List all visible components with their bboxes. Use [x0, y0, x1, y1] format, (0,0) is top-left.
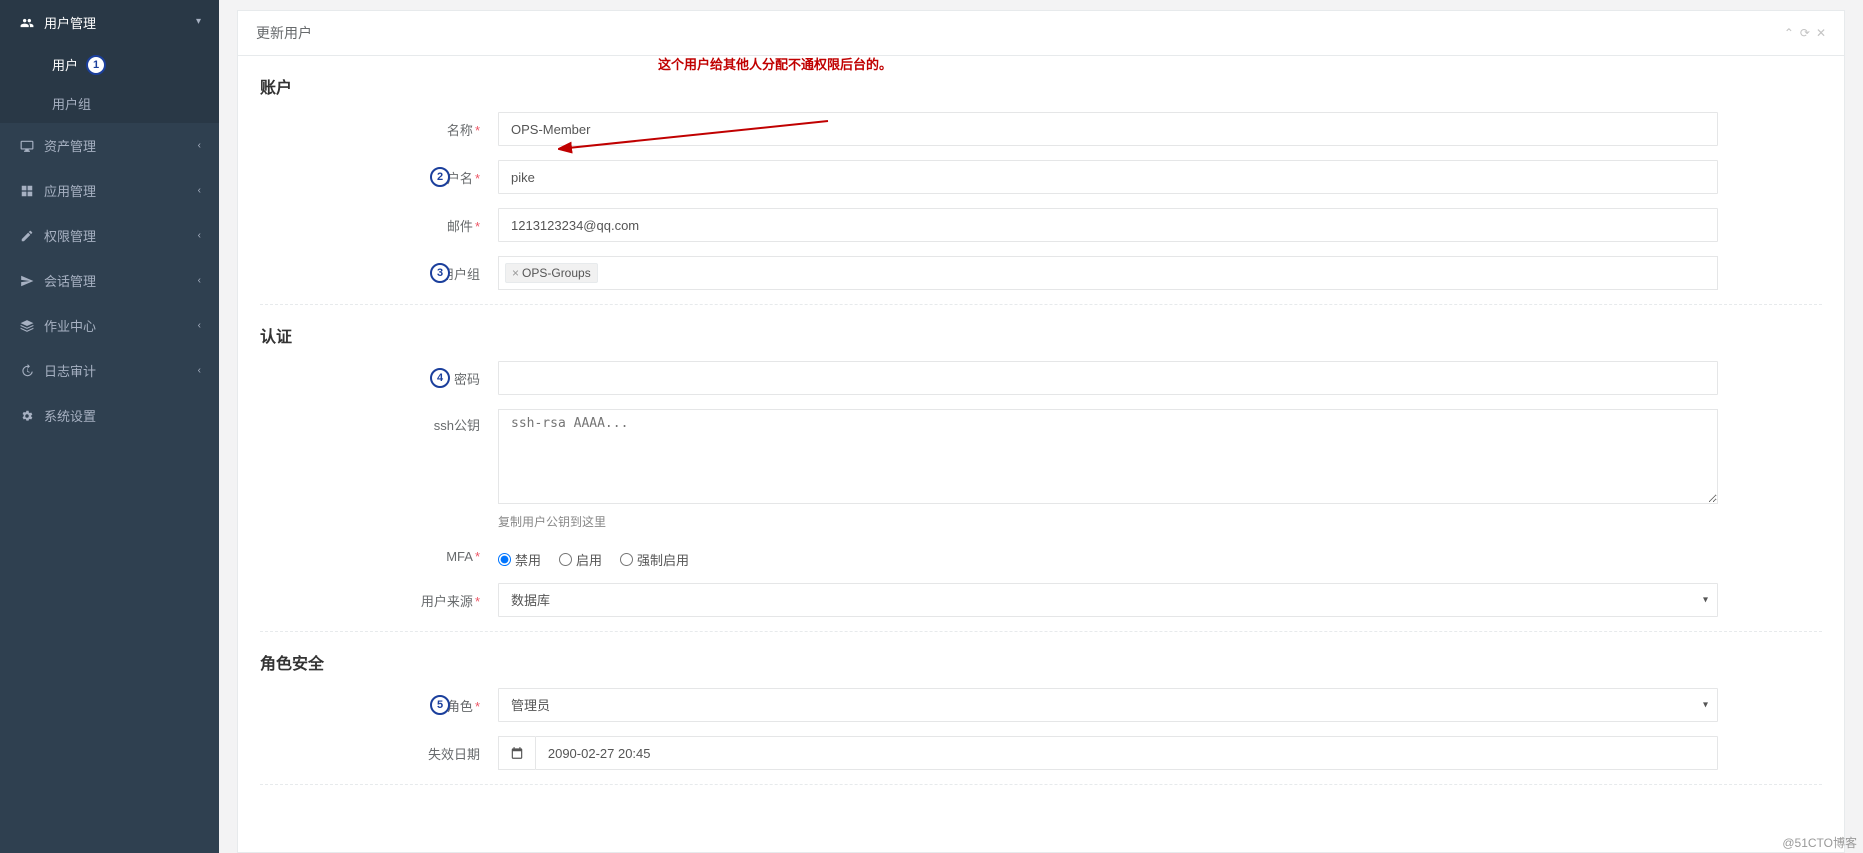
collapse-icon[interactable]: ⌃	[1784, 26, 1794, 40]
sidebar-item-label: 系统设置	[44, 406, 201, 425]
row-expire: 失效日期	[260, 736, 1822, 770]
section-divider	[260, 784, 1822, 785]
sidebar-item-label: 权限管理	[44, 226, 198, 245]
section-divider	[260, 304, 1822, 305]
email-input[interactable]	[498, 208, 1718, 242]
tag-remove-icon[interactable]: ×	[512, 266, 519, 280]
panel-title-text: 更新用户	[256, 23, 312, 43]
expire-input[interactable]	[535, 736, 1718, 770]
desktop-icon	[18, 139, 36, 153]
label-role: 角色*	[260, 696, 498, 715]
label-source: 用户来源*	[260, 591, 498, 610]
sidebar-sub-user-group[interactable]: 用户组	[0, 84, 219, 123]
row-mfa: MFA* 禁用 启用 强制启用	[260, 544, 1822, 569]
sidebar-sub-user-list[interactable]: 用户 1	[0, 45, 219, 84]
mfa-radio-disabled[interactable]: 禁用	[498, 550, 541, 569]
edit-icon	[18, 229, 36, 243]
chevron-left-icon: ‹	[198, 320, 201, 331]
sidebar-item-label: 用户组	[52, 97, 91, 112]
row-sshkey: ssh公钥 复制用户公钥到这里	[260, 409, 1822, 530]
row-name: 名称*	[260, 112, 1822, 146]
sidebar-item-label: 用户管理	[44, 13, 196, 32]
label-username: 用户名*	[260, 168, 498, 187]
sidebar-item-label: 应用管理	[44, 181, 198, 200]
label-sshkey: ssh公钥	[260, 409, 498, 434]
row-username: 2 用户名*	[260, 160, 1822, 194]
calendar-icon[interactable]	[498, 736, 535, 770]
label-name: 名称*	[260, 120, 498, 139]
mfa-radio-enabled[interactable]: 启用	[559, 550, 602, 569]
gears-icon	[18, 409, 36, 423]
sidebar: 用户管理 ▾ 用户 1 用户组 资产管理 ‹	[0, 0, 219, 853]
row-source: 用户来源* 数据库 ▾	[260, 583, 1822, 617]
chevron-left-icon: ‹	[198, 185, 201, 196]
annotation-marker-2: 2	[430, 167, 450, 187]
mfa-radio-forced[interactable]: 强制启用	[620, 550, 689, 569]
annotation-marker-5: 5	[430, 695, 450, 715]
sidebar-item-session-mgmt[interactable]: 会话管理 ‹	[0, 258, 219, 303]
label-group: 用户组	[260, 264, 498, 283]
source-select[interactable]: 数据库	[498, 583, 1718, 617]
sidebar-item-asset-mgmt[interactable]: 资产管理 ‹	[0, 123, 219, 168]
chevron-left-icon: ‹	[198, 275, 201, 286]
label-email: 邮件*	[260, 216, 498, 235]
sshkey-textarea[interactable]	[498, 409, 1718, 504]
label-expire: 失效日期	[260, 744, 498, 763]
sidebar-item-label: 资产管理	[44, 136, 198, 155]
sidebar-item-label: 用户	[52, 58, 78, 73]
section-auth-heading: 认证	[260, 323, 1822, 347]
mfa-radio-forced-input[interactable]	[620, 553, 633, 566]
refresh-icon[interactable]: ⟳	[1800, 26, 1810, 40]
group-tag[interactable]: ×OPS-Groups	[505, 263, 598, 283]
annotation-marker-3: 3	[430, 263, 450, 283]
panel-header: 更新用户 ⌃ ⟳ ✕	[238, 11, 1844, 56]
send-icon	[18, 274, 36, 288]
mfa-radio-enabled-input[interactable]	[559, 553, 572, 566]
annotation-marker-1: 1	[86, 55, 106, 75]
panel-tools: ⌃ ⟳ ✕	[1784, 26, 1826, 40]
label-password: 密码	[260, 369, 498, 388]
label-mfa: MFA*	[260, 549, 498, 564]
chevron-down-icon: ▾	[196, 16, 201, 27]
sidebar-item-label: 日志审计	[44, 361, 198, 380]
chevron-left-icon: ‹	[198, 230, 201, 241]
sshkey-help: 复制用户公钥到这里	[498, 513, 1718, 530]
grid-icon	[18, 184, 36, 198]
role-select[interactable]: 管理员	[498, 688, 1718, 722]
sidebar-item-label: 作业中心	[44, 316, 198, 335]
annotation-text: 这个用户给其他人分配不通权限后台的。	[658, 54, 892, 73]
sidebar-item-sys-settings[interactable]: 系统设置	[0, 393, 219, 438]
main-content: 更新用户 ⌃ ⟳ ✕ 这个用户给其他人分配不通权限后台的。	[219, 0, 1863, 853]
sidebar-item-label: 会话管理	[44, 271, 198, 290]
sidebar-item-user-mgmt[interactable]: 用户管理 ▾	[0, 0, 219, 45]
section-divider	[260, 631, 1822, 632]
close-icon[interactable]: ✕	[1816, 26, 1826, 40]
password-input[interactable]	[498, 361, 1718, 395]
history-icon	[18, 364, 36, 378]
sidebar-item-app-mgmt[interactable]: 应用管理 ‹	[0, 168, 219, 213]
chevron-left-icon: ‹	[198, 140, 201, 151]
section-account-heading: 账户	[260, 74, 1822, 98]
name-input[interactable]	[498, 112, 1718, 146]
sidebar-item-perm-mgmt[interactable]: 权限管理 ‹	[0, 213, 219, 258]
users-icon	[18, 16, 36, 30]
group-tag-input[interactable]: ×OPS-Groups	[498, 256, 1718, 290]
watermark: @51CTO博客	[1782, 834, 1857, 851]
username-input[interactable]	[498, 160, 1718, 194]
sidebar-item-job-center[interactable]: 作业中心 ‹	[0, 303, 219, 348]
row-group: 3 用户组 ×OPS-Groups	[260, 256, 1822, 290]
chevron-left-icon: ‹	[198, 365, 201, 376]
row-role: 5 角色* 管理员 ▾	[260, 688, 1822, 722]
stack-icon	[18, 319, 36, 333]
row-password: 4 密码	[260, 361, 1822, 395]
section-role-heading: 角色安全	[260, 650, 1822, 674]
mfa-radio-disabled-input[interactable]	[498, 553, 511, 566]
row-email: 邮件*	[260, 208, 1822, 242]
panel-update-user: 更新用户 ⌃ ⟳ ✕ 这个用户给其他人分配不通权限后台的。	[237, 10, 1845, 853]
sidebar-item-log-audit[interactable]: 日志审计 ‹	[0, 348, 219, 393]
annotation-marker-4: 4	[430, 368, 450, 388]
